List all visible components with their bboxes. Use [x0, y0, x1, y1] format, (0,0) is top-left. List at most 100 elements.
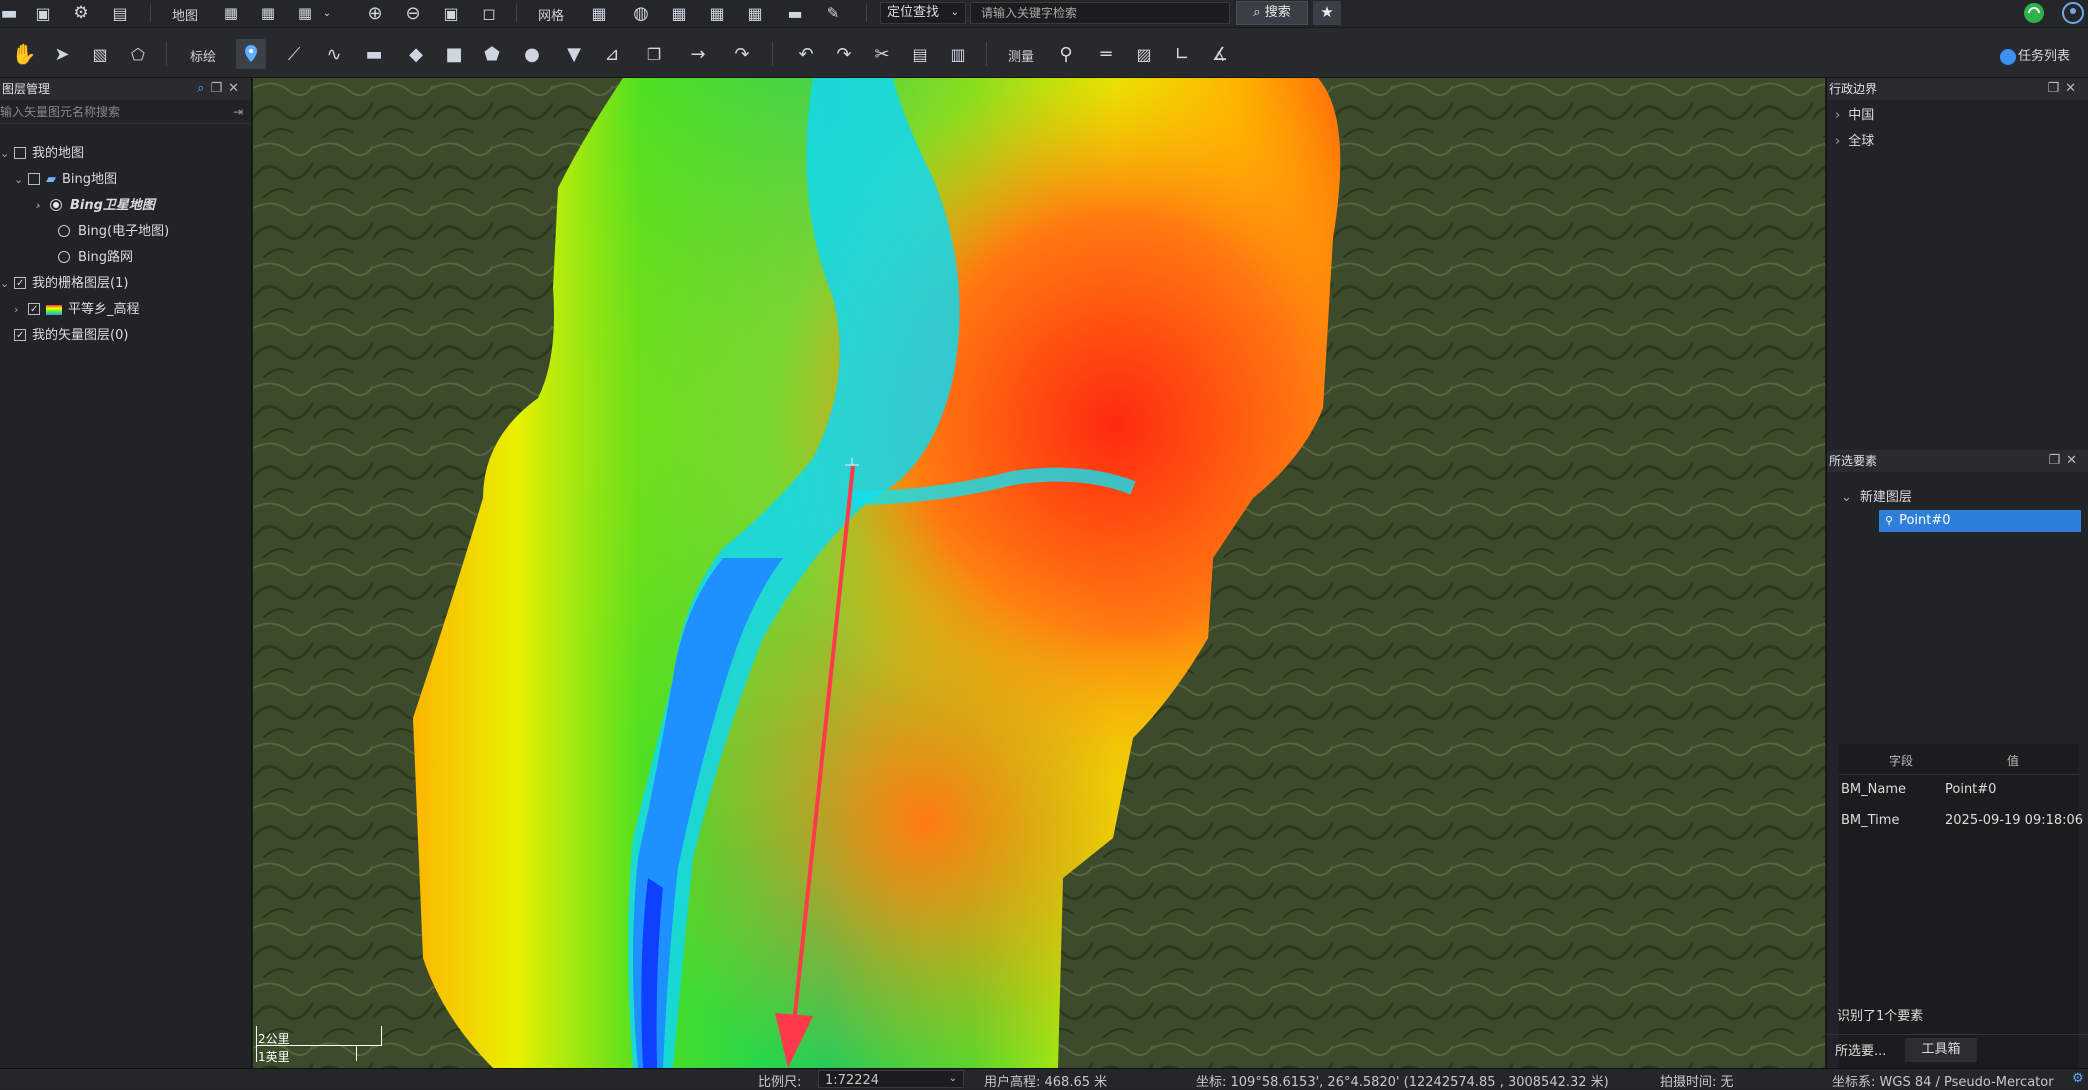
- point-marker-icon[interactable]: [236, 39, 266, 69]
- map-layer-2-icon[interactable]: ▦: [255, 1, 281, 25]
- tree-item-vector-layers[interactable]: 我的矢量图层(0): [0, 324, 128, 348]
- polyline-icon[interactable]: ⟋: [280, 40, 308, 68]
- tree-item-elevation[interactable]: ›平等乡_高程: [14, 298, 140, 322]
- window-icon[interactable]: ▤: [108, 2, 132, 24]
- sector-icon[interactable]: ▼: [560, 40, 588, 68]
- chevron-down-icon[interactable]: ⌄: [0, 142, 14, 166]
- map-layer-icon[interactable]: ▦: [218, 1, 244, 25]
- chevron-down-icon[interactable]: ⌄: [0, 272, 14, 296]
- chevron-right-icon[interactable]: ›: [1835, 108, 1840, 123]
- polygon-icon[interactable]: ⬟: [478, 40, 506, 68]
- document-icon[interactable]: ▥: [944, 40, 972, 68]
- restore-icon[interactable]: ❐: [2048, 453, 2066, 468]
- search-layer-icon[interactable]: ⌕: [197, 81, 210, 96]
- checkbox[interactable]: [14, 272, 26, 296]
- checkbox[interactable]: [14, 324, 26, 348]
- measure-distance-icon[interactable]: ═: [1092, 40, 1120, 68]
- select-box-icon[interactable]: ▧: [86, 40, 114, 68]
- settings-icon[interactable]: ⚙: [70, 2, 92, 24]
- tree-item-bing-electronic[interactable]: Bing(电子地图): [58, 220, 169, 244]
- status-green-icon[interactable]: [2022, 1, 2046, 25]
- locate-select[interactable]: 定位查找 ⌄: [880, 2, 966, 24]
- chevron-down-icon[interactable]: ⌄: [1841, 490, 1852, 505]
- crs-label[interactable]: 坐标系: WGS 84 / Pseudo-Mercator: [1832, 1071, 2054, 1090]
- grid-menu-label[interactable]: 网格: [538, 5, 564, 24]
- turn-arrow-icon[interactable]: ↷: [728, 40, 756, 68]
- tab-selected-features[interactable]: 所选要...: [1835, 1040, 1886, 1059]
- grid-icon[interactable]: ▦: [586, 1, 612, 25]
- copy-icon[interactable]: ❐: [640, 40, 668, 68]
- select-arrow-icon[interactable]: ➤: [48, 40, 76, 68]
- checkbox[interactable]: [14, 146, 26, 159]
- close-icon[interactable]: ✕: [2065, 81, 2082, 96]
- save-icon[interactable]: ▣: [32, 2, 54, 24]
- square-icon[interactable]: ■: [440, 40, 468, 68]
- scissors-icon[interactable]: ✂: [868, 40, 896, 68]
- select-polygon-icon[interactable]: ⬠: [124, 40, 152, 68]
- column-header-field: 字段: [1889, 754, 1914, 768]
- zoom-extent-icon[interactable]: ▣: [438, 1, 464, 25]
- close-icon[interactable]: ✕: [2066, 453, 2083, 468]
- chevron-right-icon[interactable]: ›: [14, 298, 28, 322]
- checkbox[interactable]: [28, 172, 40, 185]
- admin-item-china[interactable]: › 中国: [1835, 104, 1874, 123]
- gear-icon[interactable]: ⚙: [2072, 1071, 2084, 1086]
- freehand-icon[interactable]: ◆: [402, 40, 430, 68]
- map-canvas[interactable]: 2公里 1英里: [253, 78, 1825, 1068]
- collapse-icon[interactable]: ⇥: [233, 100, 243, 124]
- arrow-right-icon[interactable]: →: [684, 40, 712, 68]
- selected-layer-item[interactable]: ⌄ 新建图层: [1841, 486, 1912, 505]
- checkbox[interactable]: [28, 298, 40, 322]
- grid-3-icon[interactable]: ▦: [704, 1, 730, 25]
- globe-icon[interactable]: ◍: [628, 1, 654, 25]
- chevron-down-icon[interactable]: ⌄: [320, 1, 334, 25]
- brush-icon[interactable]: ✎: [820, 1, 846, 25]
- search-input[interactable]: 请输入关键字检索: [970, 2, 1230, 24]
- chevron-right-icon[interactable]: ›: [36, 194, 50, 218]
- circle-icon[interactable]: ●: [518, 40, 546, 68]
- measure-area-icon[interactable]: ▨: [1130, 40, 1158, 68]
- chevron-right-icon[interactable]: ›: [1835, 134, 1840, 149]
- full-extent-icon[interactable]: ◻: [476, 1, 502, 25]
- zoom-in-icon[interactable]: ⊕: [362, 1, 388, 25]
- folder-icon[interactable]: ▬: [782, 1, 808, 25]
- grid-2-icon[interactable]: ▦: [666, 1, 692, 25]
- map-menu-label[interactable]: 地图: [172, 5, 198, 24]
- rectangle-icon[interactable]: ▬: [360, 40, 388, 68]
- clipboard-icon[interactable]: ▤: [906, 40, 934, 68]
- tree-item-bing-roads[interactable]: Bing路网: [58, 246, 133, 270]
- layer-search-input[interactable]: 输入矢量图元名称搜索 ⇥: [0, 100, 251, 124]
- radio-selected[interactable]: [50, 198, 62, 211]
- curve-icon[interactable]: ∿: [320, 40, 348, 68]
- pan-hand-icon[interactable]: ✋: [10, 40, 38, 68]
- measure-angle-icon[interactable]: ∡: [1206, 40, 1234, 68]
- measure-point-icon[interactable]: ⚲: [1052, 40, 1080, 68]
- tree-item-bing-map[interactable]: ⌄ ▰ Bing地图: [14, 168, 117, 192]
- measure-height-icon[interactable]: ∟: [1168, 40, 1196, 68]
- restore-icon[interactable]: ❐: [2047, 81, 2065, 96]
- map-layer-3-icon[interactable]: ▦: [292, 1, 318, 25]
- scale-select[interactable]: 1:72224 ⌄: [818, 1070, 964, 1088]
- admin-item-global[interactable]: › 全球: [1835, 130, 1874, 149]
- tab-toolbox[interactable]: 工具箱: [1905, 1038, 1977, 1062]
- selected-feature-item[interactable]: ⚲ Point#0: [1879, 510, 2081, 532]
- search-button[interactable]: ⌕ 搜索: [1236, 1, 1308, 25]
- task-list-button[interactable]: 任务列表: [2000, 45, 2070, 65]
- grid-4-icon[interactable]: ▦: [742, 1, 768, 25]
- edit-line-icon[interactable]: ⊿: [598, 40, 626, 68]
- tree-item-bing-satellite[interactable]: › Bing卫星地图: [36, 194, 155, 218]
- redo-icon[interactable]: ↷: [830, 40, 858, 68]
- chevron-down-icon[interactable]: ⌄: [14, 168, 28, 192]
- user-icon[interactable]: [2060, 1, 2086, 25]
- scale-label: 比例尺:: [758, 1075, 802, 1090]
- restore-icon[interactable]: ❐: [210, 81, 228, 96]
- close-icon[interactable]: ✕: [228, 81, 245, 96]
- open-folder-icon[interactable]: ▬: [0, 2, 18, 24]
- undo-icon[interactable]: ↶: [792, 40, 820, 68]
- radio[interactable]: [58, 250, 70, 263]
- radio[interactable]: [58, 224, 70, 237]
- tree-item-my-map[interactable]: ⌄ 我的地图: [0, 142, 84, 166]
- favorite-star-icon[interactable]: ★: [1313, 1, 1341, 25]
- tree-item-raster-layers[interactable]: ⌄我的栅格图层(1): [0, 272, 128, 296]
- zoom-out-icon[interactable]: ⊖: [400, 1, 426, 25]
